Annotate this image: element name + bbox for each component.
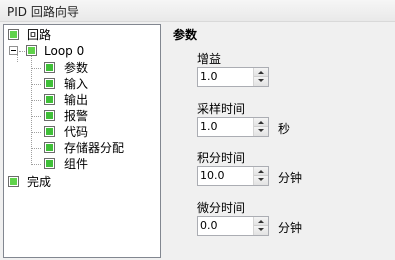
status-checkbox-icon	[8, 29, 19, 40]
gain-spinbox[interactable]	[197, 67, 269, 87]
integral-time-input[interactable]	[200, 169, 250, 182]
derivative-time-label: 微分时间	[197, 201, 246, 215]
spin-up-arrow-icon[interactable]	[254, 167, 268, 176]
spin-buttons	[253, 118, 268, 136]
tree-item-label: 报警	[64, 109, 89, 123]
status-checkbox-icon	[26, 45, 37, 56]
tree-item-label: 代码	[64, 125, 89, 139]
spin-down-arrow-icon[interactable]	[254, 127, 268, 136]
gain-label: 增益	[197, 52, 222, 66]
sample-time-unit: 秒	[278, 122, 291, 136]
tree-item-label: 完成	[27, 175, 52, 189]
tree-item-label: 回路	[27, 28, 52, 42]
tree-item-label: 参数	[64, 61, 89, 75]
integral-time-unit: 分钟	[278, 171, 303, 185]
status-checkbox-icon	[8, 176, 19, 187]
status-checkbox-icon	[44, 78, 55, 89]
tree-connector	[31, 100, 41, 101]
integral-time-spinbox[interactable]	[197, 166, 269, 186]
spin-down-arrow-icon[interactable]	[254, 226, 268, 235]
status-checkbox-icon	[44, 158, 55, 169]
tree-connector	[31, 68, 41, 69]
tree-item-label: 存储器分配	[64, 141, 125, 155]
status-checkbox-icon	[44, 94, 55, 105]
spin-up-arrow-icon[interactable]	[254, 217, 268, 226]
tree-item-label: 输入	[64, 77, 89, 91]
spin-buttons	[253, 68, 268, 86]
section-title: 参数	[173, 28, 198, 42]
tree-connector	[31, 164, 41, 165]
spin-up-arrow-icon[interactable]	[254, 118, 268, 127]
status-checkbox-icon	[44, 110, 55, 121]
sample-time-spinbox[interactable]	[197, 117, 269, 137]
sample-time-label: 采样时间	[197, 102, 246, 116]
tree-connector	[31, 116, 41, 117]
tree-connector	[31, 148, 41, 149]
integral-time-label: 积分时间	[197, 151, 246, 165]
status-checkbox-icon	[44, 126, 55, 137]
tree-connector	[19, 51, 25, 52]
title-bar: PID 回路向导	[0, 0, 395, 22]
tree-connector	[31, 132, 41, 133]
spin-up-arrow-icon[interactable]	[254, 68, 268, 77]
tree-item-label: 组件	[64, 157, 89, 171]
tree-item-label: Loop 0	[44, 44, 85, 58]
derivative-time-spinbox[interactable]	[197, 216, 269, 236]
sample-time-input[interactable]	[200, 120, 250, 133]
derivative-time-unit: 分钟	[278, 221, 303, 235]
loop-tree[interactable]: 回路 Loop 0 参数 输入 输出 报警 代码 存储器分配 组件 完成	[3, 24, 161, 258]
tree-item-label: 输出	[64, 93, 89, 107]
status-checkbox-icon	[44, 142, 55, 153]
spin-buttons	[253, 167, 268, 185]
spin-buttons	[253, 217, 268, 235]
window-title: PID 回路向导	[7, 5, 79, 19]
status-checkbox-icon	[44, 62, 55, 73]
spin-down-arrow-icon[interactable]	[254, 176, 268, 185]
gain-input[interactable]	[200, 70, 250, 83]
tree-connector	[31, 84, 41, 85]
tree-connector	[31, 55, 32, 163]
collapse-icon[interactable]	[9, 46, 18, 55]
spin-down-arrow-icon[interactable]	[254, 77, 268, 86]
derivative-time-input[interactable]	[200, 219, 250, 232]
